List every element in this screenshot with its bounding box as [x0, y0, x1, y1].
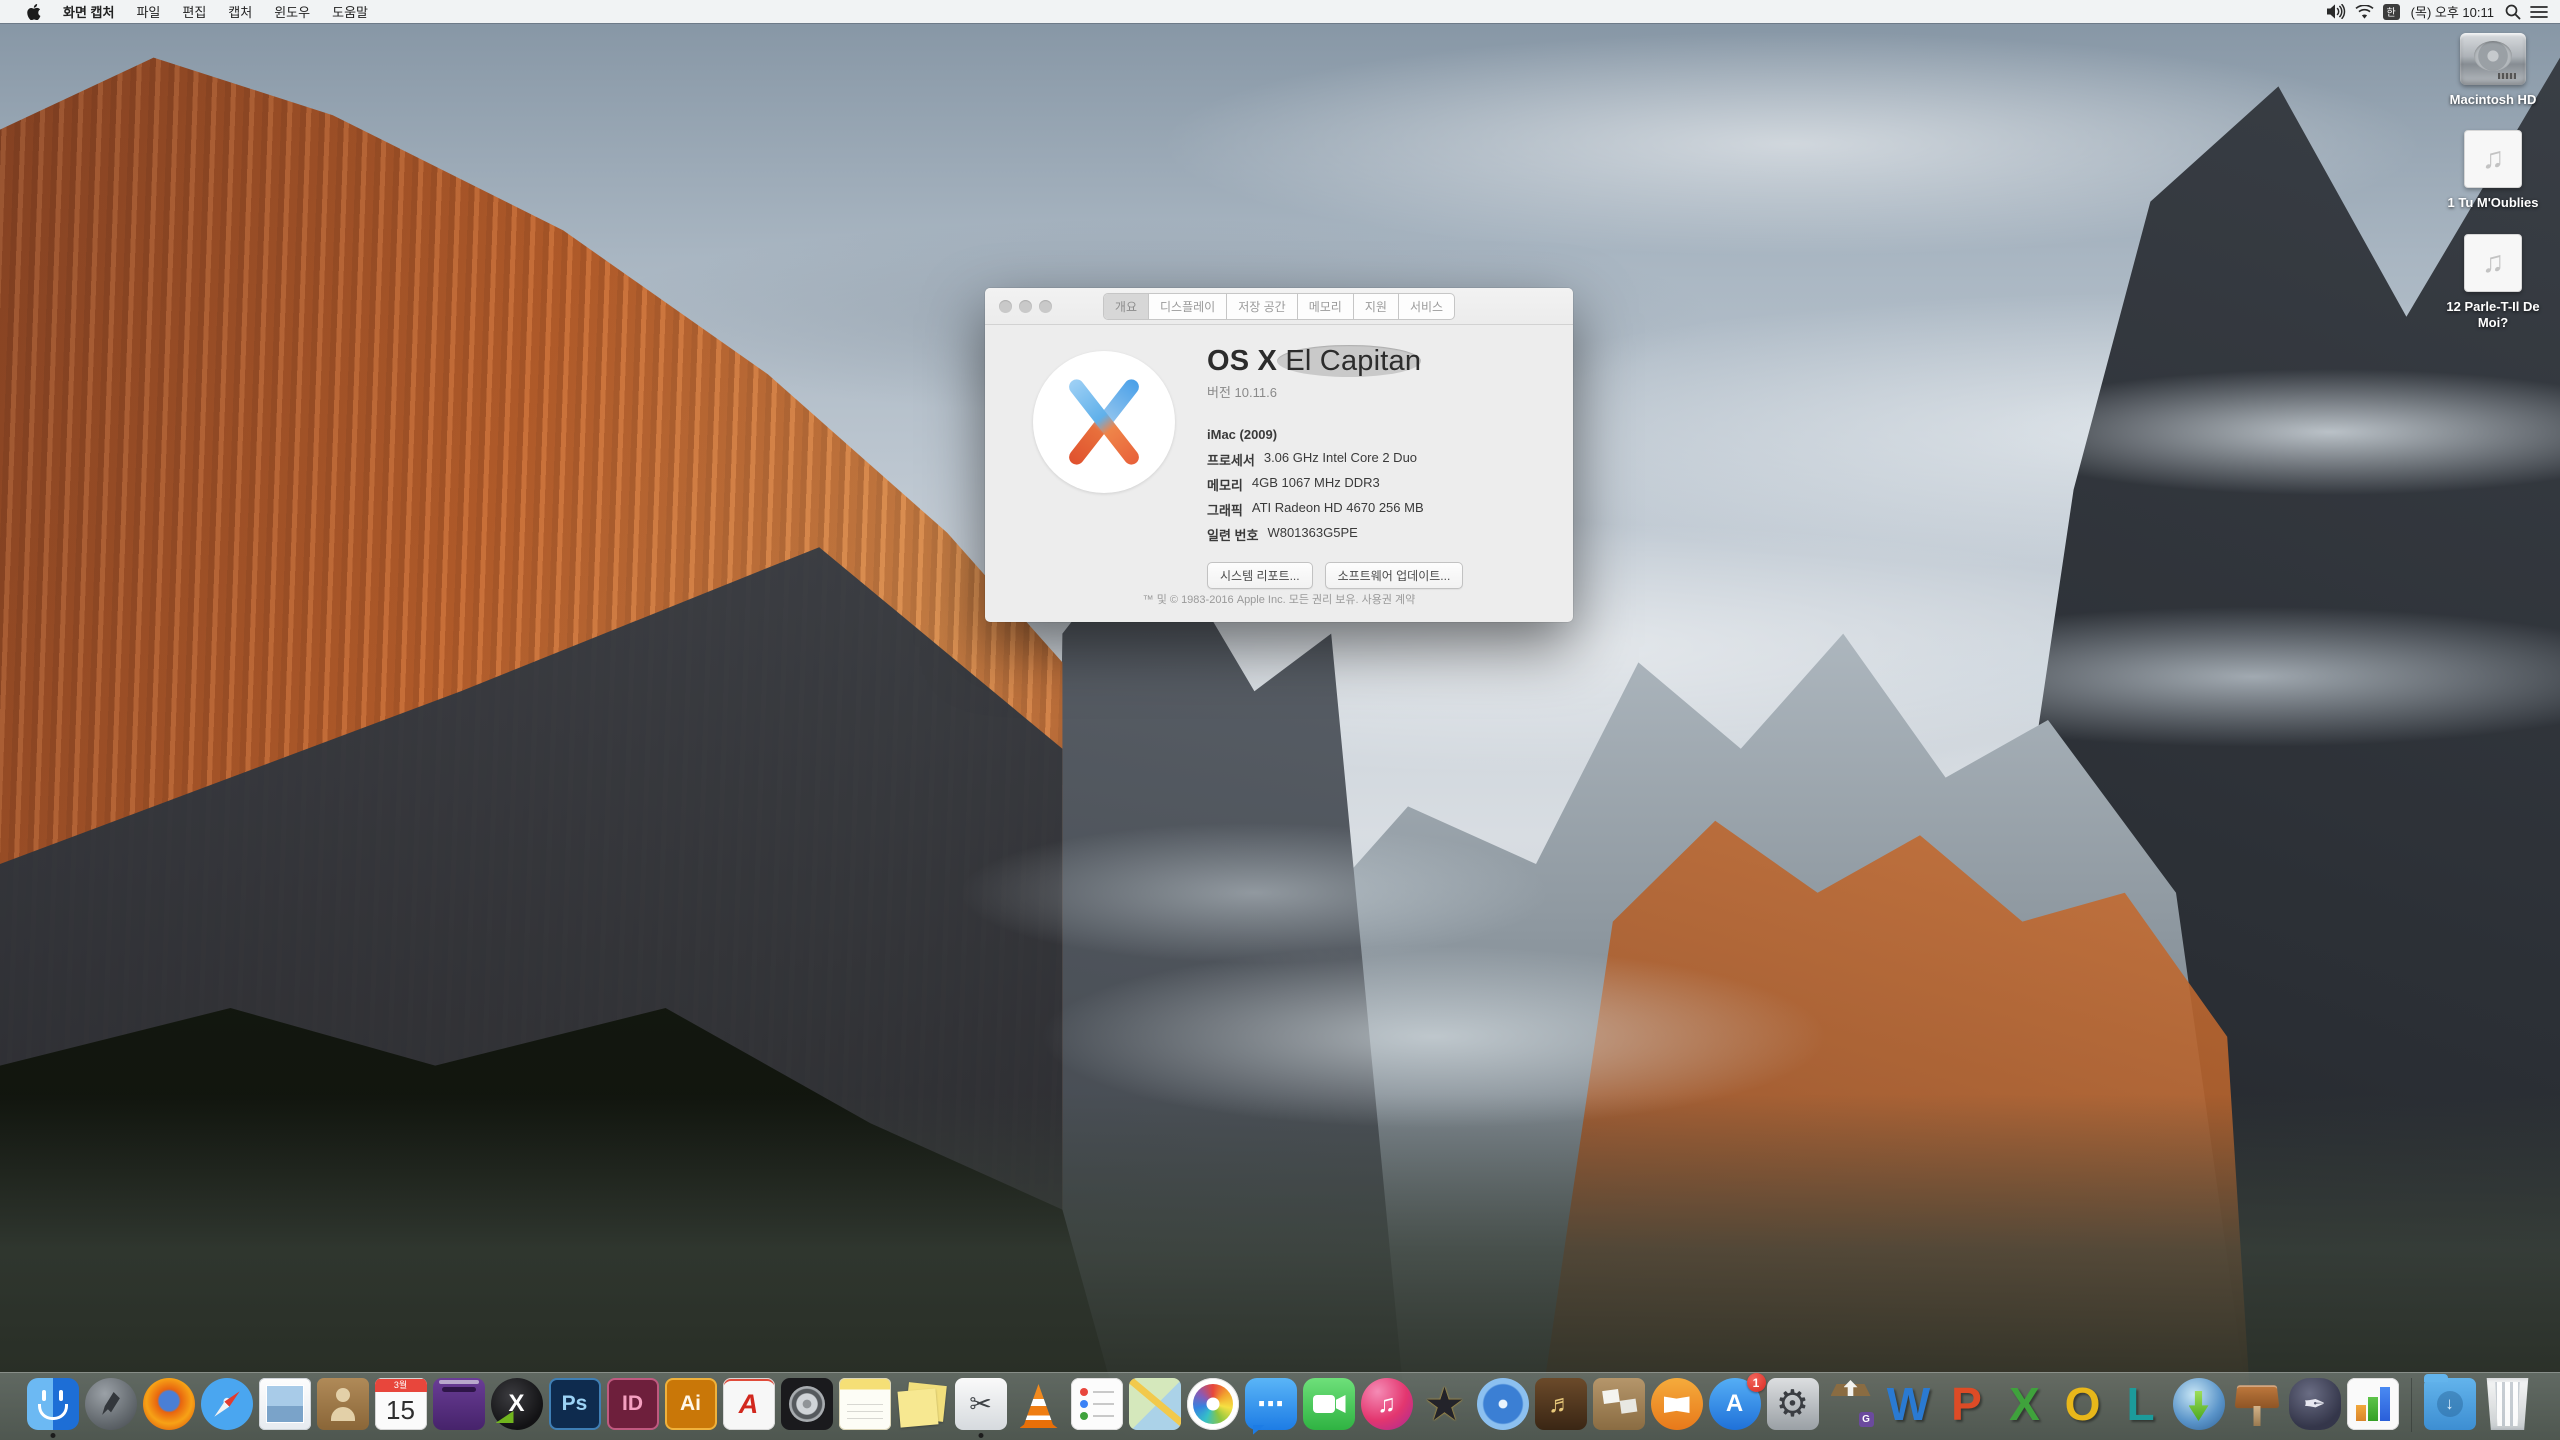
desktop-icon-audio-file-2[interactable]: ♫ 12 Parle-T-Il De Moi? — [2434, 233, 2552, 332]
spec-graphics: 그래픽 ATI Radeon HD 4670 256 MB — [1207, 500, 1424, 518]
dock-photoshop[interactable]: Ps — [548, 1378, 601, 1430]
dock-lync[interactable]: L — [2115, 1378, 2167, 1430]
vlc-cone-icon — [1019, 1384, 1058, 1428]
dock-mail[interactable] — [258, 1378, 311, 1430]
menu-app-name[interactable]: 화면 캡처 — [52, 2, 125, 21]
dock-vlc[interactable] — [1013, 1378, 1065, 1430]
dock-keynote[interactable] — [2231, 1378, 2283, 1430]
dock-word[interactable]: W — [1883, 1378, 1935, 1430]
dock-launchpad[interactable] — [84, 1378, 137, 1430]
dock-illustrator[interactable]: Ai — [664, 1378, 717, 1430]
window-titlebar[interactable]: 개요 디스플레이 저장 공간 메모리 지원 서비스 — [985, 288, 1573, 325]
dock-notes[interactable] — [838, 1378, 891, 1430]
dock-imovie[interactable]: ★ — [1419, 1378, 1471, 1430]
tab-storage[interactable]: 저장 공간 — [1227, 293, 1298, 319]
dock-excel[interactable]: X — [1999, 1378, 2051, 1430]
minimize-button[interactable] — [1019, 300, 1032, 313]
mac-model: iMac (2009) — [1207, 427, 1278, 442]
dock-indesign[interactable]: ID — [606, 1378, 659, 1430]
dock-xee[interactable]: X — [490, 1378, 543, 1430]
apple-menu-icon[interactable] — [16, 3, 52, 20]
menu-bar: 화면 캡처 파일 편집 캡처 윈도우 도움말 한 (목) 오후 10:11 — [0, 0, 2560, 23]
dock-contacts[interactable] — [316, 1378, 369, 1430]
dock-logic-disc-app[interactable] — [780, 1378, 833, 1430]
dock-separator — [2410, 1378, 2412, 1432]
menu-file[interactable]: 파일 — [125, 2, 171, 21]
dock-calendar[interactable]: 3월 15 — [374, 1378, 427, 1430]
music-note-icon: ♫ — [2464, 130, 2522, 189]
dock-pages[interactable]: ✒ — [2288, 1378, 2341, 1430]
spec-list: 프로세서 3.06 GHz Intel Core 2 Duo 메모리 4GB 106… — [1207, 450, 1463, 544]
tab-memory[interactable]: 메모리 — [1298, 293, 1354, 319]
tab-overview[interactable]: 개요 — [1103, 293, 1150, 319]
spec-processor: 프로세서 3.06 GHz Intel Core 2 Duo — [1207, 450, 1418, 468]
software-update-button[interactable]: 소프트웨어 업데이트... — [1324, 562, 1464, 589]
dock-powerpoint[interactable]: P — [1941, 1378, 1993, 1430]
music-note-icon: ♫ — [2464, 233, 2522, 292]
dock-photos[interactable] — [1186, 1378, 1239, 1430]
dock-downloads-folder[interactable]: ↓ — [2423, 1374, 2476, 1430]
dock-reminders[interactable] — [1070, 1378, 1123, 1430]
desktop-icon-macintosh-hd[interactable]: Macintosh HD — [2434, 33, 2552, 108]
spotlight-search-icon[interactable] — [2505, 4, 2521, 20]
dock-stuffit-expander[interactable]: G — [1825, 1378, 1877, 1430]
os-title: OS X El Capitan — [1207, 345, 1422, 377]
menu-clock[interactable]: (목) 오후 10:11 — [2409, 2, 2496, 21]
menu-help[interactable]: 도움말 — [321, 2, 379, 21]
about-this-mac-window: 개요 디스플레이 저장 공간 메모리 지원 서비스 OS X El Capita… — [985, 288, 1573, 622]
desktop-icon-label: 12 Parle-T-Il De Moi? — [2446, 298, 2540, 330]
spec-serial-number: 일련 번호 W801363G5PE — [1207, 525, 1358, 543]
dock-firefox[interactable] — [142, 1378, 195, 1430]
app-store-update-badge: 1 — [1746, 1373, 1766, 1392]
dock-itunes[interactable]: ♫ — [1360, 1378, 1413, 1430]
input-source-korean[interactable]: 한 — [2382, 3, 2400, 20]
spec-memory: 메모리 4GB 1067 MHz DDR3 — [1207, 475, 1380, 493]
volume-icon[interactable] — [2326, 4, 2346, 19]
dock-maps[interactable] — [1128, 1378, 1181, 1430]
wallpaper-el-capitan — [0, 0, 2560, 1440]
dock-messages[interactable]: ⋯ — [1244, 1378, 1297, 1430]
dock-outlook[interactable]: O — [2057, 1378, 2109, 1430]
dock-download-manager[interactable] — [2172, 1378, 2225, 1430]
menu-window[interactable]: 윈도우 — [263, 2, 321, 21]
tab-support[interactable]: 지원 — [1354, 293, 1399, 319]
desktop: 화면 캡처 파일 편집 캡처 윈도우 도움말 한 (목) 오후 10:11 Ma… — [0, 0, 2560, 1440]
dock-idvd[interactable] — [1476, 1378, 1529, 1430]
zoom-button[interactable] — [1039, 300, 1052, 313]
copyright-text: ™ 및 © 1983-2016 Apple Inc. 모든 권리 보유. 사용권… — [1142, 594, 1416, 606]
dock-system-preferences[interactable]: ⚙ — [1766, 1378, 1819, 1430]
dock-finder[interactable] — [26, 1378, 79, 1438]
menu-edit[interactable]: 편집 — [171, 2, 217, 21]
running-indicator — [978, 1433, 983, 1438]
dock-app-store[interactable]: A1 — [1708, 1373, 1766, 1430]
dock-stickies[interactable] — [897, 1378, 949, 1430]
system-report-button[interactable]: 시스템 리포트... — [1207, 562, 1313, 589]
dock-facetime[interactable] — [1302, 1378, 1355, 1430]
tab-service[interactable]: 서비스 — [1399, 294, 1454, 319]
dock-numbers[interactable] — [2346, 1378, 2399, 1430]
dock-grab-screen-capture[interactable]: ✂ — [954, 1378, 1007, 1438]
running-indicator — [50, 1433, 55, 1438]
dock-acrobat-reader[interactable]: A — [722, 1378, 775, 1430]
dock-iphoto[interactable] — [1592, 1378, 1645, 1430]
desktop-icon-label: 1 Tu M'Oublies — [2447, 195, 2539, 211]
dock-garageband[interactable]: ♬ — [1534, 1378, 1587, 1430]
dock-safari[interactable] — [200, 1378, 253, 1430]
dock-toast[interactable] — [432, 1378, 485, 1430]
desktop-icon-audio-file-1[interactable]: ♫ 1 Tu M'Oublies — [2434, 130, 2552, 211]
tab-displays[interactable]: 디스플레이 — [1149, 293, 1228, 319]
close-button[interactable] — [999, 300, 1012, 313]
wifi-icon[interactable] — [2355, 4, 2374, 19]
dock-trash[interactable] — [2486, 1378, 2529, 1430]
osx-x-logo — [1033, 351, 1175, 493]
dock-ibooks[interactable] — [1650, 1378, 1703, 1430]
notification-center-icon[interactable] — [2530, 5, 2548, 19]
menu-capture[interactable]: 캡처 — [217, 2, 263, 21]
os-version: 버전 10.11.6 — [1207, 385, 1277, 400]
about-tabs: 개요 디스플레이 저장 공간 메모리 지원 서비스 — [1102, 292, 1456, 320]
desktop-icon-label: Macintosh HD — [2449, 92, 2537, 107]
dock: 3월 15 X Ps ID Ai A ✂ ⋯ ♫ ★ ♬ A1 ⚙ G W P X… — [0, 1372, 2560, 1440]
hard-drive-icon — [2460, 33, 2526, 85]
